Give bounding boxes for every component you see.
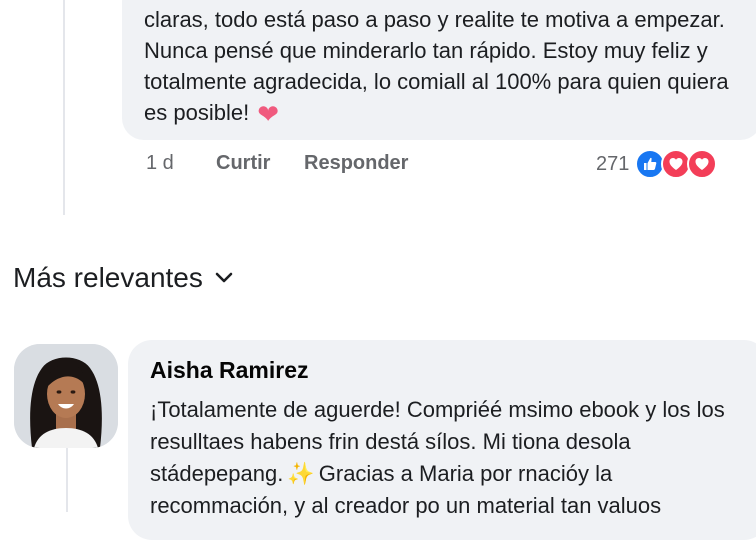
comment-bubble: Aisha Ramirez ¡Totalamente de aguerde! C… xyxy=(128,340,756,540)
avatar[interactable] xyxy=(14,344,118,448)
reply-button[interactable]: Responder xyxy=(304,152,408,175)
comment-timestamp[interactable]: 1 d xyxy=(146,152,174,175)
comment-actions: 1 d Curtir Responder 271 xyxy=(146,148,746,180)
reactions-summary[interactable]: 271 xyxy=(596,148,718,180)
sort-comments-dropdown[interactable]: Más relevantes xyxy=(13,262,233,294)
like-button[interactable]: Curtir xyxy=(216,152,270,175)
thread-line xyxy=(63,0,65,215)
chevron-down-icon xyxy=(215,272,233,284)
sparkles-emoji-icon: ✨ xyxy=(287,461,315,486)
comment-text: claras, todo está paso a paso y realite … xyxy=(144,7,729,125)
comment-bubble: claras, todo está paso a paso y realite … xyxy=(122,0,756,140)
love-reaction-icon xyxy=(687,149,718,179)
sort-label: Más relevantes xyxy=(13,262,203,293)
reaction-count: 271 xyxy=(596,152,630,175)
thread-line xyxy=(66,448,68,512)
comment-body: claras, todo está paso a paso y realite … xyxy=(144,4,744,130)
comment-author[interactable]: Aisha Ramirez xyxy=(150,354,750,386)
comment-body: ¡Totalamente de aguerde! Compriéé msimo … xyxy=(150,394,750,522)
heart-emoji-icon: ❤ xyxy=(257,99,279,129)
